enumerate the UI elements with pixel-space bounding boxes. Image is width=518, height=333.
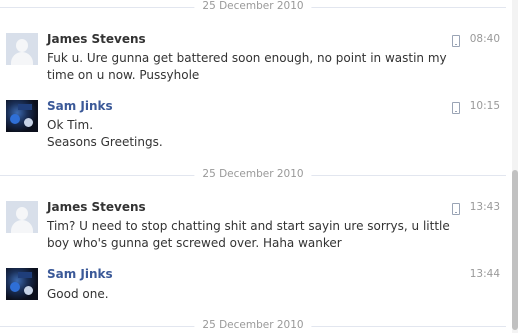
- sender-name[interactable]: Sam Jinks: [47, 267, 113, 281]
- message-line: Ok Tim.: [47, 118, 94, 132]
- date-separator: 25 December 2010: [0, 319, 506, 332]
- message-time: 08:40: [469, 33, 500, 45]
- scrollbar[interactable]: [512, 0, 518, 333]
- mobile-phone-icon: [452, 102, 460, 114]
- date-label: 25 December 2010: [194, 168, 312, 180]
- date-label: 25 December 2010: [194, 0, 312, 12]
- message-line: Seasons Greetings.: [47, 135, 163, 149]
- message-body: Good one.: [47, 286, 447, 303]
- date-separator: 25 December 2010: [0, 0, 506, 13]
- message-line: Good one.: [47, 287, 109, 301]
- default-avatar[interactable]: [6, 201, 38, 233]
- default-avatar[interactable]: [6, 33, 38, 65]
- message-line: boy who's gunna get screwed over. Haha w…: [47, 236, 342, 250]
- sender-name[interactable]: Sam Jinks: [47, 99, 113, 113]
- message-time: 13:44: [469, 268, 500, 280]
- mobile-phone-icon: [452, 35, 460, 47]
- mobile-phone-icon: [452, 203, 460, 215]
- message-body: Ok Tim. Seasons Greetings.: [47, 117, 447, 151]
- date-label: 25 December 2010: [194, 319, 312, 331]
- message-item: Sam Jinks 13:44 Good one.: [0, 265, 506, 310]
- message-item: Sam Jinks 10:15 Ok Tim. Seasons Greeting…: [0, 97, 506, 157]
- message-line: Fuk u. Ure gunna get battered soon enoug…: [47, 51, 447, 65]
- message-thread: 25 December 2010 James Stevens 08:40 Fuk…: [0, 0, 512, 333]
- sender-name[interactable]: James Stevens: [47, 200, 146, 214]
- message-time: 13:43: [469, 201, 500, 213]
- sender-name[interactable]: James Stevens: [47, 32, 146, 46]
- message-line: Tim? U need to stop chatting shit and st…: [47, 219, 450, 233]
- message-line: time on u now. Pussyhole: [47, 68, 200, 82]
- message-item: James Stevens 08:40 Fuk u. Ure gunna get…: [0, 30, 506, 90]
- user-avatar[interactable]: [6, 100, 38, 132]
- message-body: Tim? U need to stop chatting shit and st…: [47, 218, 450, 252]
- scrollbar-thumb[interactable]: [512, 170, 518, 330]
- message-body: Fuk u. Ure gunna get battered soon enoug…: [47, 50, 447, 84]
- message-time: 10:15: [469, 100, 500, 112]
- date-separator: 25 December 2010: [0, 168, 506, 181]
- user-avatar[interactable]: [6, 268, 38, 300]
- message-item: James Stevens 13:43 Tim? U need to stop …: [0, 198, 506, 258]
